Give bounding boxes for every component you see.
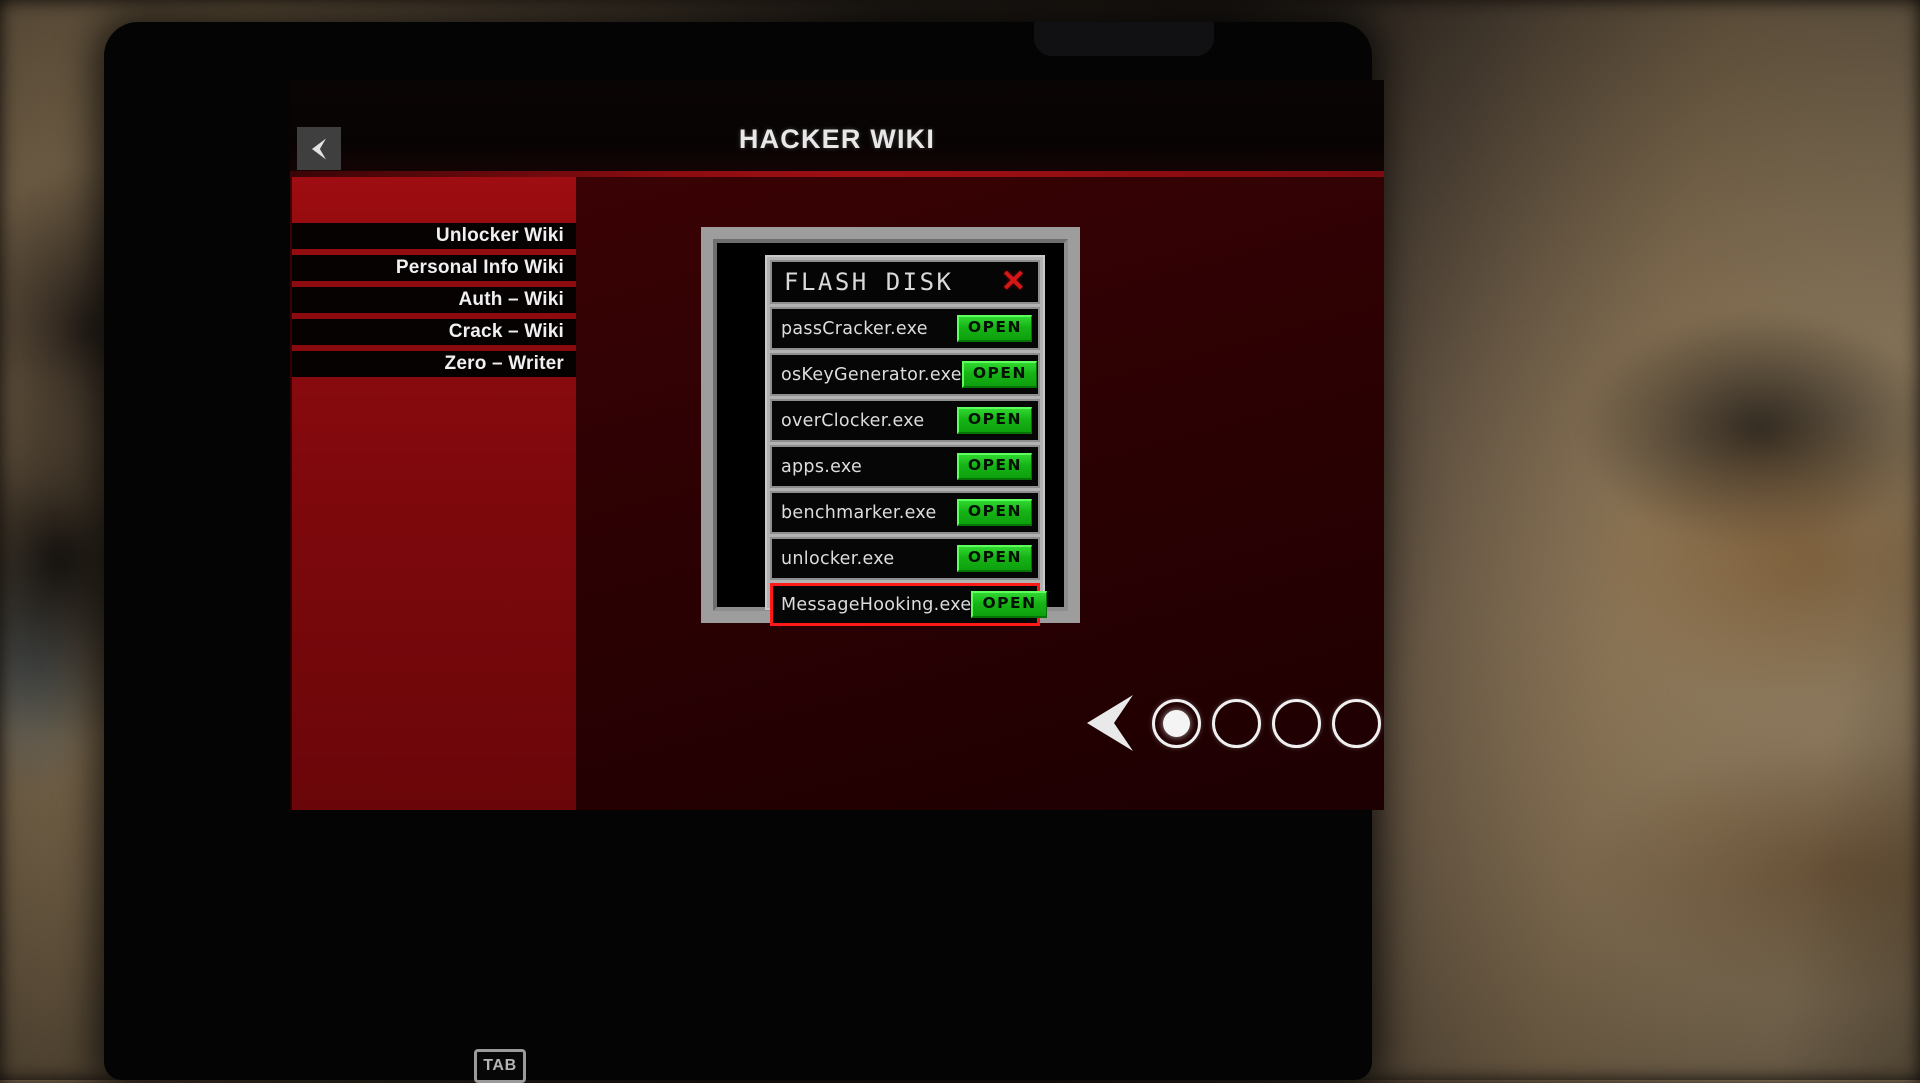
close-icon[interactable]: ✕ [999, 267, 1028, 297]
app-header: HACKER WIKI [290, 80, 1384, 172]
sidebar-item-label: Crack – Wiki [449, 321, 564, 343]
file-row-selected[interactable]: MessageHooking.exe OPEN [770, 583, 1040, 626]
page-dot-4[interactable] [1332, 699, 1381, 748]
open-button[interactable]: OPEN [957, 315, 1032, 342]
monitor-notch [1034, 22, 1214, 56]
file-name: passCracker.exe [781, 319, 928, 339]
sidebar-item-auth-wiki[interactable]: Auth – Wiki [292, 287, 576, 313]
open-button[interactable]: OPEN [971, 591, 1046, 618]
sidebar-item-zero-writer[interactable]: Zero – Writer [292, 351, 576, 377]
sidebar-item-unlocker-wiki[interactable]: Unlocker Wiki [292, 223, 576, 249]
open-button[interactable]: OPEN [957, 407, 1032, 434]
tab-key-label: TAB [483, 1057, 517, 1075]
content-pane: FLASH DISK ✕ passCracker.exe OPEN osKeyG… [576, 177, 1384, 810]
file-row[interactable]: unlocker.exe OPEN [770, 537, 1040, 580]
sidebar-item-label: Unlocker Wiki [436, 225, 564, 247]
page-dot-3[interactable] [1272, 699, 1321, 748]
flash-disk-window-inner: FLASH DISK ✕ passCracker.exe OPEN osKeyG… [713, 239, 1068, 611]
page-dot-1[interactable] [1152, 699, 1201, 748]
body-area: Unlocker Wiki Personal Info Wiki Auth – … [290, 177, 1384, 810]
open-button[interactable]: OPEN [957, 499, 1032, 526]
sidebar: Unlocker Wiki Personal Info Wiki Auth – … [292, 177, 576, 810]
file-row[interactable]: benchmarker.exe OPEN [770, 491, 1040, 534]
flash-disk-window: FLASH DISK ✕ passCracker.exe OPEN osKeyG… [701, 227, 1080, 623]
page-dot-2[interactable] [1212, 699, 1261, 748]
window-titlebar: FLASH DISK ✕ [770, 260, 1040, 304]
file-name: apps.exe [781, 457, 862, 477]
sidebar-item-label: Zero – Writer [445, 353, 564, 375]
file-row[interactable]: overClocker.exe OPEN [770, 399, 1040, 442]
pagination [862, 677, 1384, 769]
open-button[interactable]: OPEN [957, 545, 1032, 572]
file-name: osKeyGenerator.exe [781, 365, 962, 385]
file-name: benchmarker.exe [781, 503, 937, 523]
sidebar-item-personal-info-wiki[interactable]: Personal Info Wiki [292, 255, 576, 281]
file-name: MessageHooking.exe [781, 595, 971, 615]
sidebar-item-crack-wiki[interactable]: Crack – Wiki [292, 319, 576, 345]
file-name: unlocker.exe [781, 549, 894, 569]
page-title: HACKER WIKI [290, 124, 1384, 155]
monitor-bezel: HACKER WIKI Unlocker Wiki Personal Info … [104, 22, 1372, 1080]
file-list-panel: FLASH DISK ✕ passCracker.exe OPEN osKeyG… [765, 255, 1045, 610]
window-title: FLASH DISK [784, 268, 954, 296]
file-row[interactable]: apps.exe OPEN [770, 445, 1040, 488]
file-row[interactable]: passCracker.exe OPEN [770, 307, 1040, 350]
tab-key-hint: TAB [474, 1049, 526, 1083]
open-button[interactable]: OPEN [962, 361, 1037, 388]
sidebar-item-label: Personal Info Wiki [396, 257, 564, 279]
file-row[interactable]: osKeyGenerator.exe OPEN [770, 353, 1040, 396]
sidebar-list: Unlocker Wiki Personal Info Wiki Auth – … [292, 223, 576, 383]
pagination-prev-arrow[interactable] [1081, 689, 1141, 757]
sidebar-item-label: Auth – Wiki [459, 289, 564, 311]
screen: HACKER WIKI Unlocker Wiki Personal Info … [290, 80, 1384, 810]
file-name: overClocker.exe [781, 411, 924, 431]
open-button[interactable]: OPEN [957, 453, 1032, 480]
